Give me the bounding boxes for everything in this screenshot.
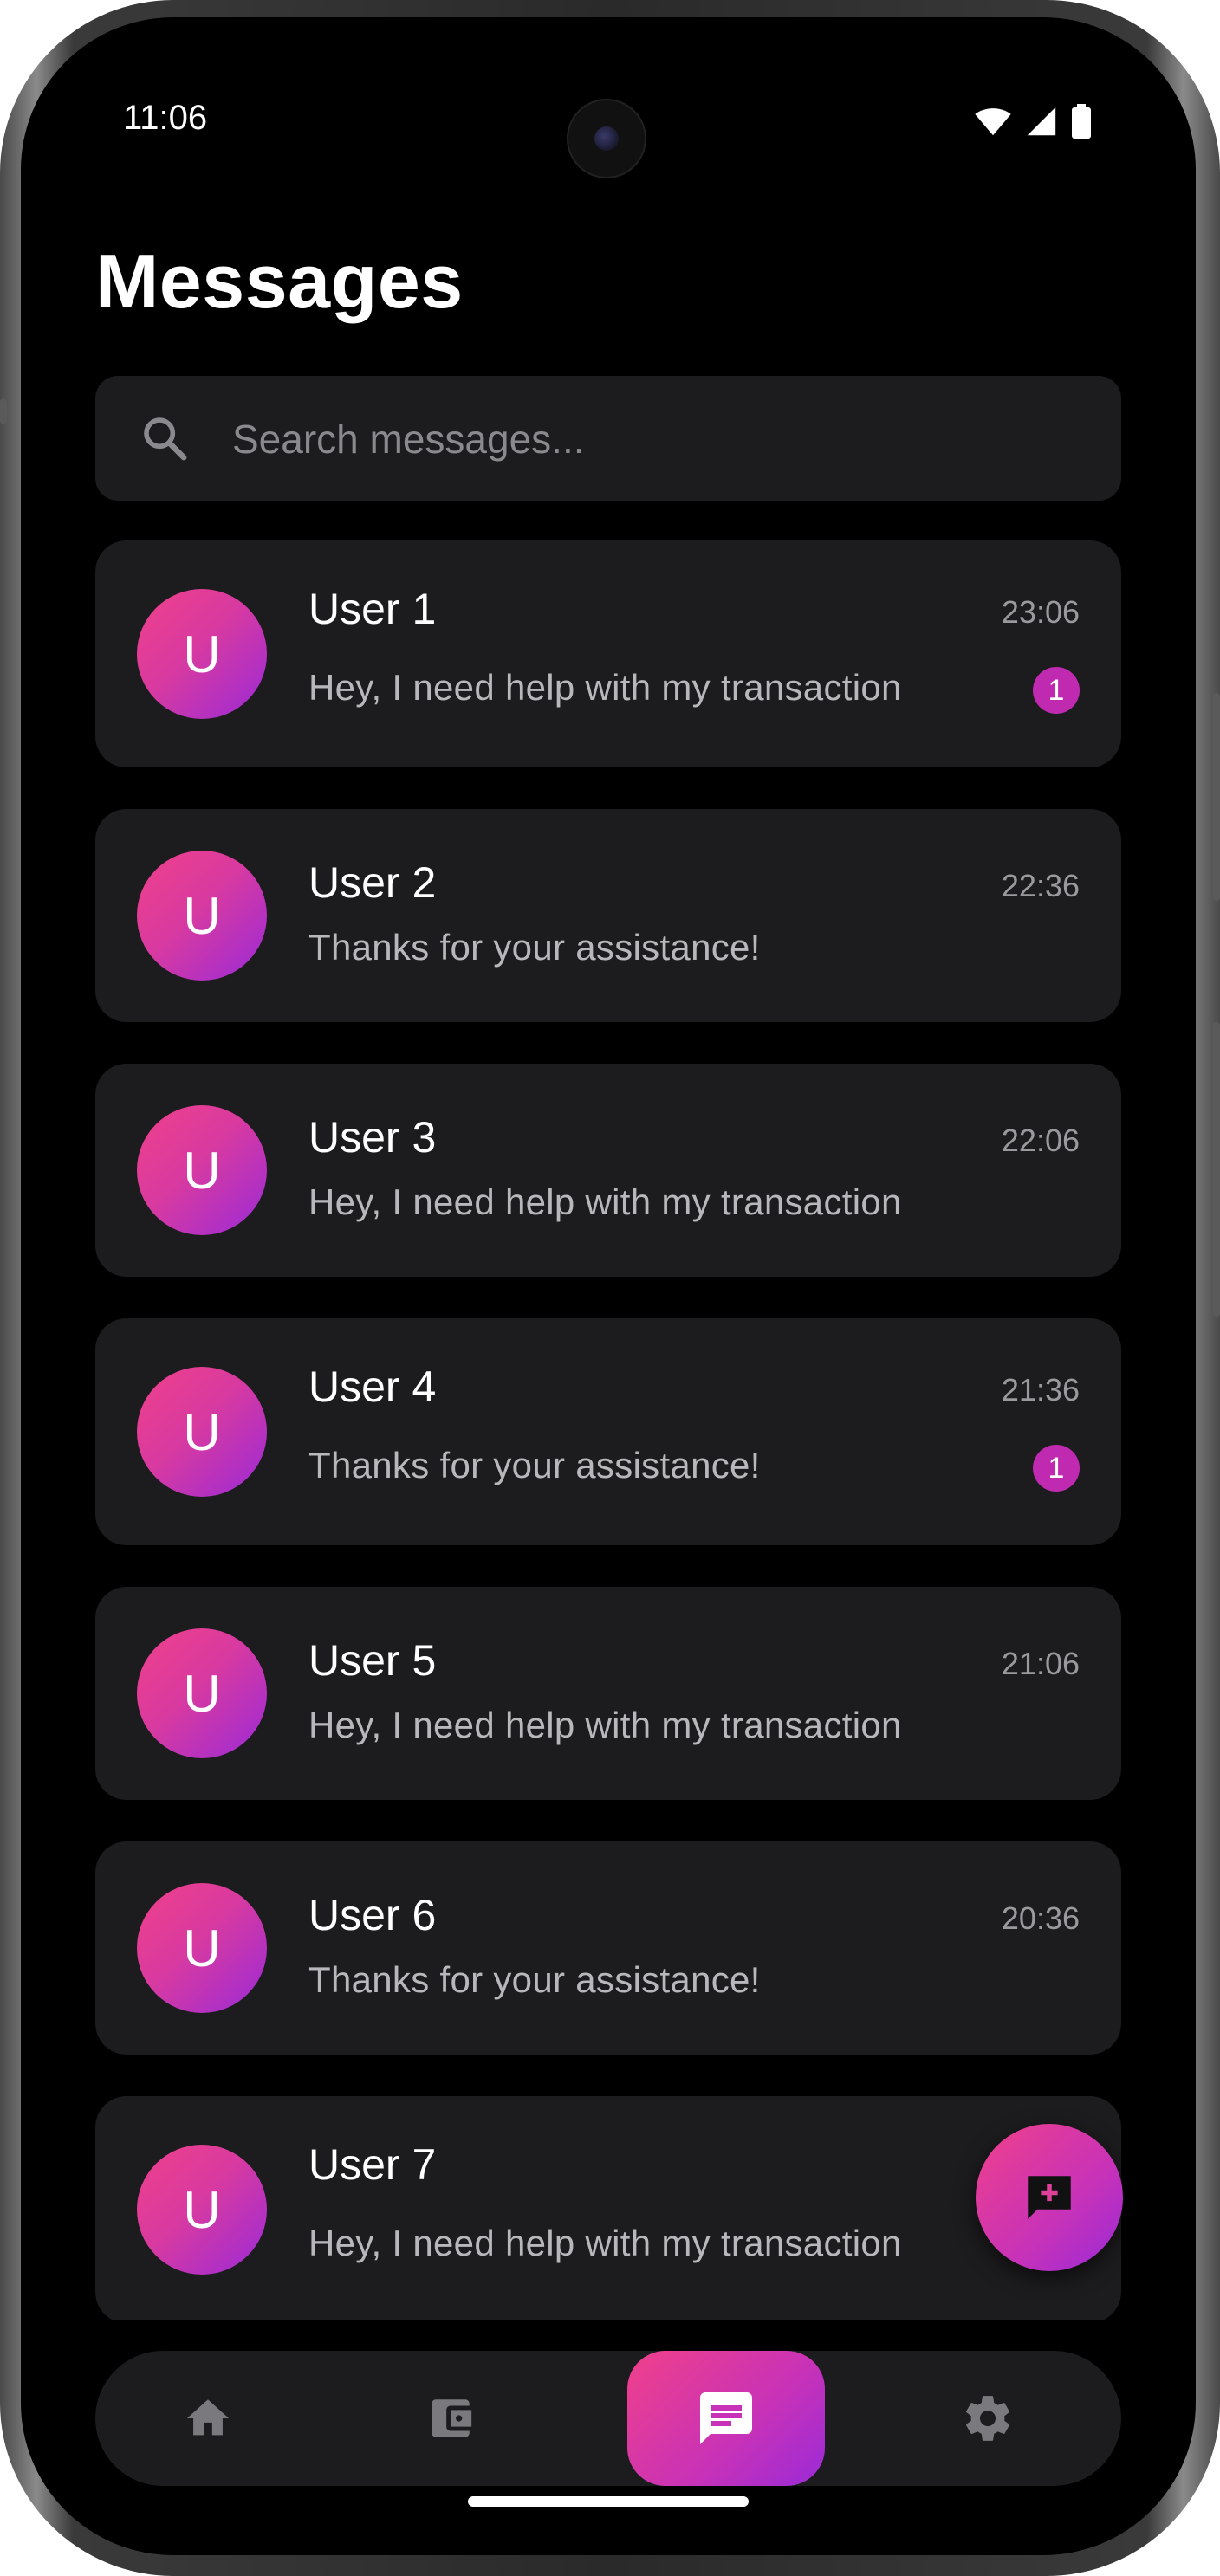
conversation-preview: Hey, I need help with my transaction [308, 667, 902, 708]
conversation-time: 22:06 [1001, 1123, 1080, 1158]
home-icon [186, 2399, 230, 2436]
new-message-icon [1028, 2176, 1071, 2219]
avatar: U [137, 1628, 267, 1758]
conversation-item[interactable]: U User 3 22:06 Hey, I need help with my … [95, 1064, 1121, 1277]
conversation-preview: Thanks for your assistance! [308, 927, 761, 968]
conversation-preview: Hey, I need help with my transaction [308, 2223, 902, 2263]
unread-badge: 1 [1033, 667, 1080, 714]
chat-icon [700, 2392, 752, 2444]
conversation-name: User 2 [308, 858, 437, 907]
conversation-name: User 4 [308, 1362, 437, 1411]
nav-messages[interactable] [627, 2351, 825, 2486]
home-indicator[interactable] [468, 2496, 749, 2507]
conversation-name: User 5 [308, 1636, 437, 1685]
conversation-item[interactable]: U User 1 23:06 Hey, I need help with my … [95, 540, 1121, 767]
power-button [1213, 693, 1220, 901]
conversation-name: User 6 [308, 1891, 437, 1939]
bottom-nav [95, 2351, 1121, 2486]
conversation-list: U User 1 23:06 Hey, I need help with my … [95, 540, 1121, 2320]
conversation-item[interactable]: U User 5 21:06 Hey, I need help with my … [95, 1587, 1121, 1800]
search-icon [144, 417, 187, 461]
conversation-item[interactable]: U User 2 22:36 Thanks for your assistanc… [95, 809, 1121, 1022]
conversation-time: 21:36 [1001, 1372, 1080, 1408]
avatar: U [137, 1367, 267, 1497]
nav-wallet[interactable] [390, 2351, 511, 2486]
conversation-item[interactable]: U User 7 Hey, I need help with my transa… [95, 2096, 1121, 2320]
side-button [1213, 1022, 1220, 1317]
page-title: Messages [95, 238, 464, 324]
avatar: U [137, 1883, 267, 2013]
status-bar: 11:06 [21, 17, 1196, 178]
conversation-item[interactable]: U User 4 21:36 Thanks for your assistanc… [95, 1318, 1121, 1545]
wifi-icon [975, 108, 1011, 136]
avatar: U [137, 2145, 267, 2275]
search-input[interactable] [230, 376, 1083, 502]
conversation-name: User 3 [308, 1113, 437, 1162]
conversation-time: 22:36 [1001, 868, 1080, 903]
conversation-preview: Hey, I need help with my transaction [308, 1181, 902, 1222]
conversation-time: 20:36 [1001, 1900, 1080, 1936]
wallet-icon [432, 2399, 472, 2437]
status-time: 11:06 [123, 99, 208, 137]
conversation-item[interactable]: U User 6 20:36 Thanks for your assistanc… [95, 1841, 1121, 2055]
avatar: U [137, 589, 267, 719]
conversation-name: User 7 [308, 2140, 437, 2189]
front-camera [567, 99, 646, 178]
settings-icon [966, 2396, 1009, 2441]
avatar: U [137, 1105, 267, 1235]
unread-badge: 1 [1033, 1445, 1080, 1492]
conversation-preview: Thanks for your assistance! [308, 1445, 761, 1485]
volume-button [0, 398, 7, 424]
screen: 11:06 Messages Search messages... U User… [21, 17, 1196, 2555]
avatar: U [137, 851, 267, 981]
status-icons [974, 104, 1092, 139]
conversation-time: 21:06 [1001, 1646, 1080, 1681]
battery-icon [1072, 104, 1091, 139]
signal-icon [1027, 107, 1056, 136]
conversation-preview: Hey, I need help with my transaction [308, 1705, 902, 1745]
conversation-time: 23:06 [1001, 594, 1080, 630]
nav-home[interactable] [147, 2351, 269, 2486]
new-message-button[interactable] [976, 2124, 1123, 2271]
device-frame: 11:06 Messages Search messages... U User… [0, 0, 1220, 2576]
conversation-name: User 1 [308, 585, 437, 633]
conversation-preview: Thanks for your assistance! [308, 1959, 761, 2000]
nav-settings[interactable] [927, 2351, 1048, 2486]
search-bar[interactable] [95, 376, 1121, 502]
